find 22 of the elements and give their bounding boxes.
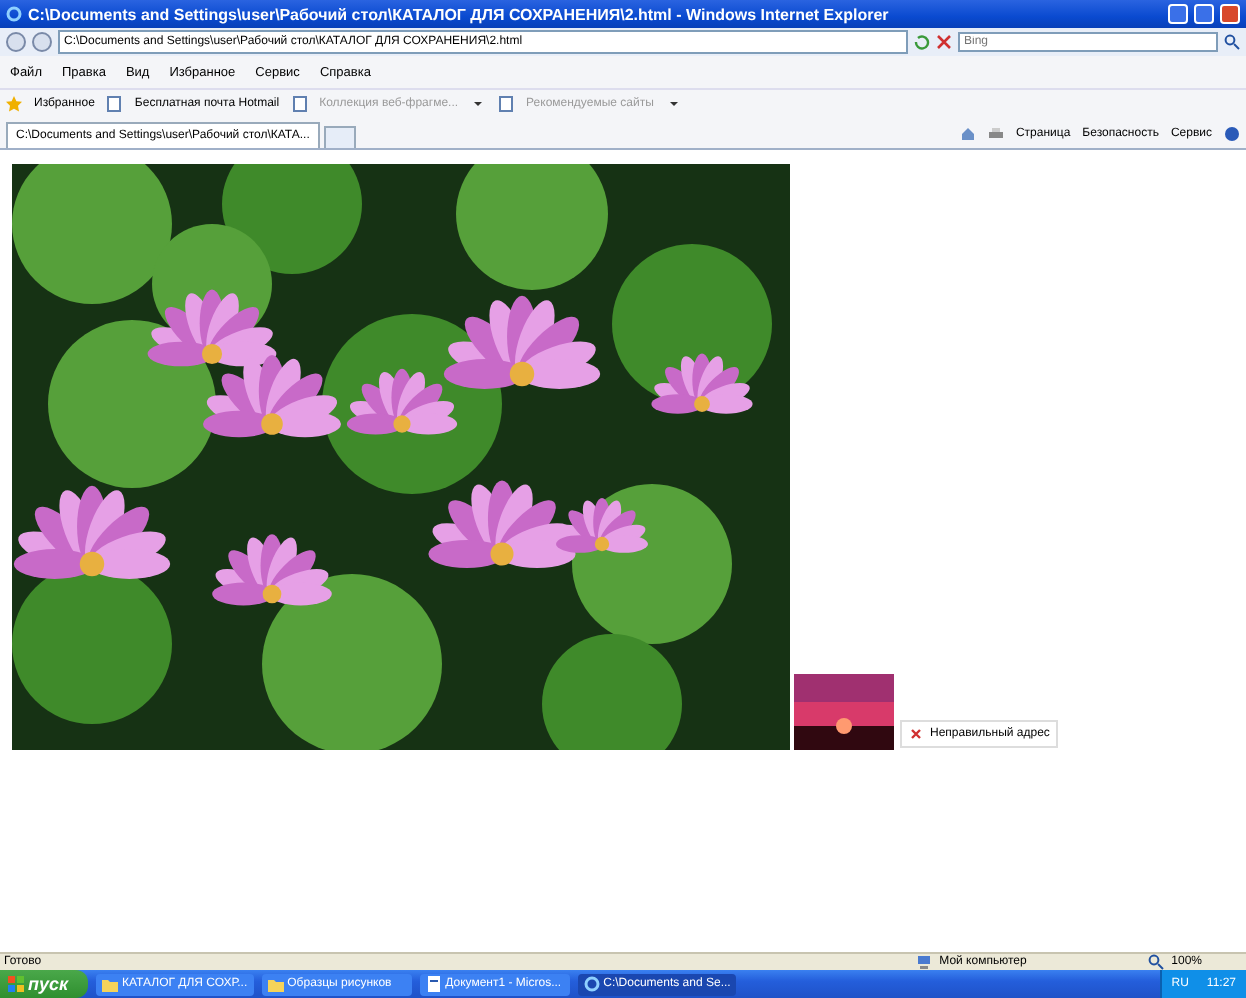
- zoom-icon: [1147, 954, 1164, 970]
- computer-icon: [915, 954, 932, 970]
- globe-icon: [6, 6, 22, 22]
- refresh-icon[interactable]: [914, 34, 930, 50]
- star-icon: [6, 96, 22, 112]
- search-icon[interactable]: [1224, 34, 1240, 50]
- windows-logo-icon: [8, 976, 24, 992]
- folder-icon: [267, 976, 284, 992]
- home-icon[interactable]: [959, 126, 976, 142]
- close-button[interactable]: [1220, 4, 1240, 24]
- folder-icon: [102, 976, 118, 992]
- sunset-thumbnail: [794, 674, 894, 750]
- printer-icon[interactable]: [987, 126, 1004, 142]
- stop-icon[interactable]: [936, 34, 952, 50]
- close-icon: [908, 726, 924, 742]
- start-button[interactable]: пуск: [0, 970, 88, 998]
- page-icon: [106, 96, 123, 112]
- page-icon: [291, 96, 308, 112]
- page-icon: [498, 96, 515, 112]
- window-title: C:\Documents and Settings\user\Рабочий стол\КАТАЛОГ ДЛЯ СОХРАНЕНИЯ\2.html - Windows Internet Explorer: [28, 5, 891, 23]
- globe-icon: [583, 976, 600, 992]
- document-icon: [425, 976, 442, 992]
